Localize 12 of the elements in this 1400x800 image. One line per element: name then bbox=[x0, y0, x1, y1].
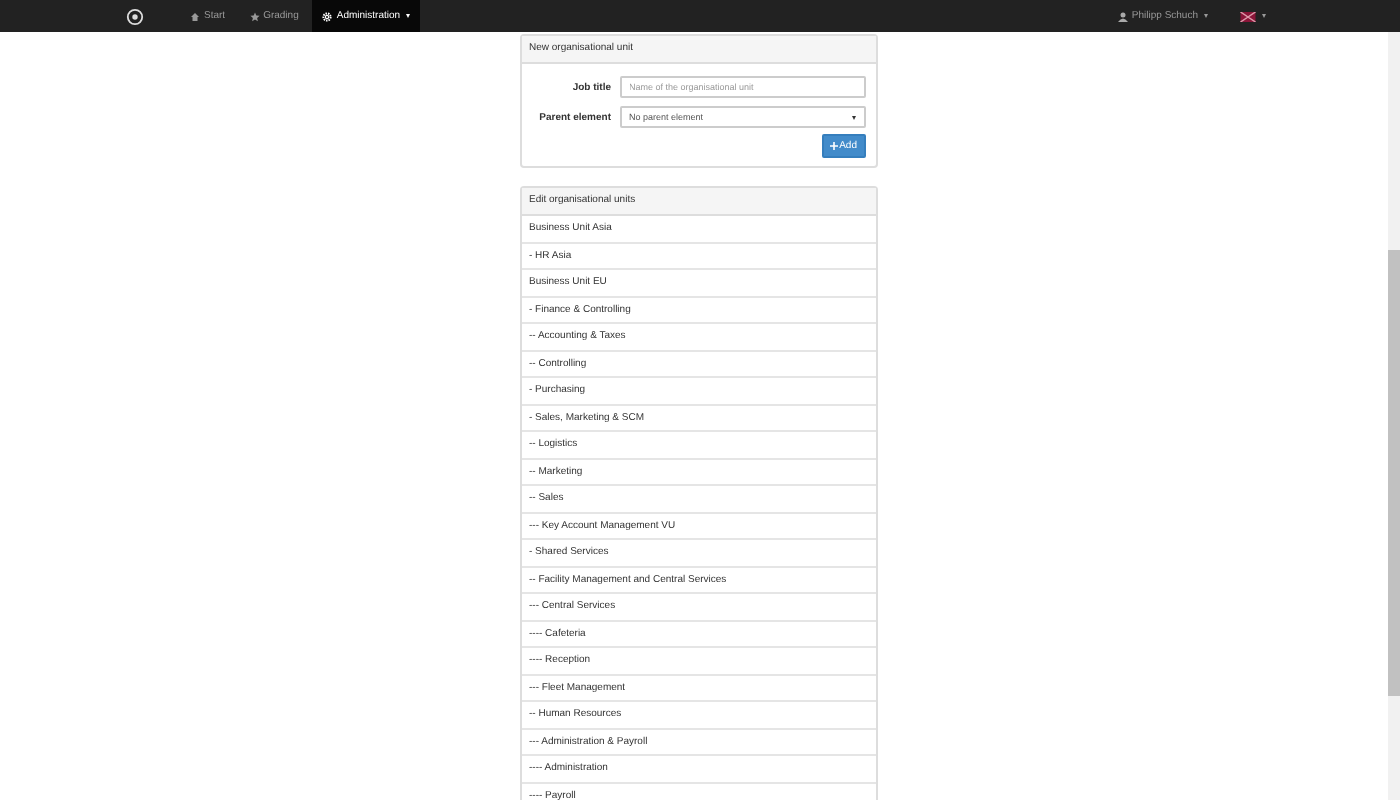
scrollbar[interactable] bbox=[1388, 32, 1400, 800]
logo-icon[interactable] bbox=[126, 7, 144, 25]
flag-icon bbox=[1240, 11, 1256, 21]
scrollbar-thumb[interactable] bbox=[1388, 250, 1400, 696]
plus-icon bbox=[829, 142, 838, 150]
caret-icon bbox=[1204, 14, 1208, 18]
caret-icon bbox=[851, 115, 855, 119]
user-icon bbox=[1117, 11, 1128, 21]
caret-icon bbox=[1262, 14, 1266, 18]
gear-icon bbox=[322, 11, 333, 21]
home-icon bbox=[190, 11, 200, 21]
star-icon bbox=[249, 11, 260, 21]
